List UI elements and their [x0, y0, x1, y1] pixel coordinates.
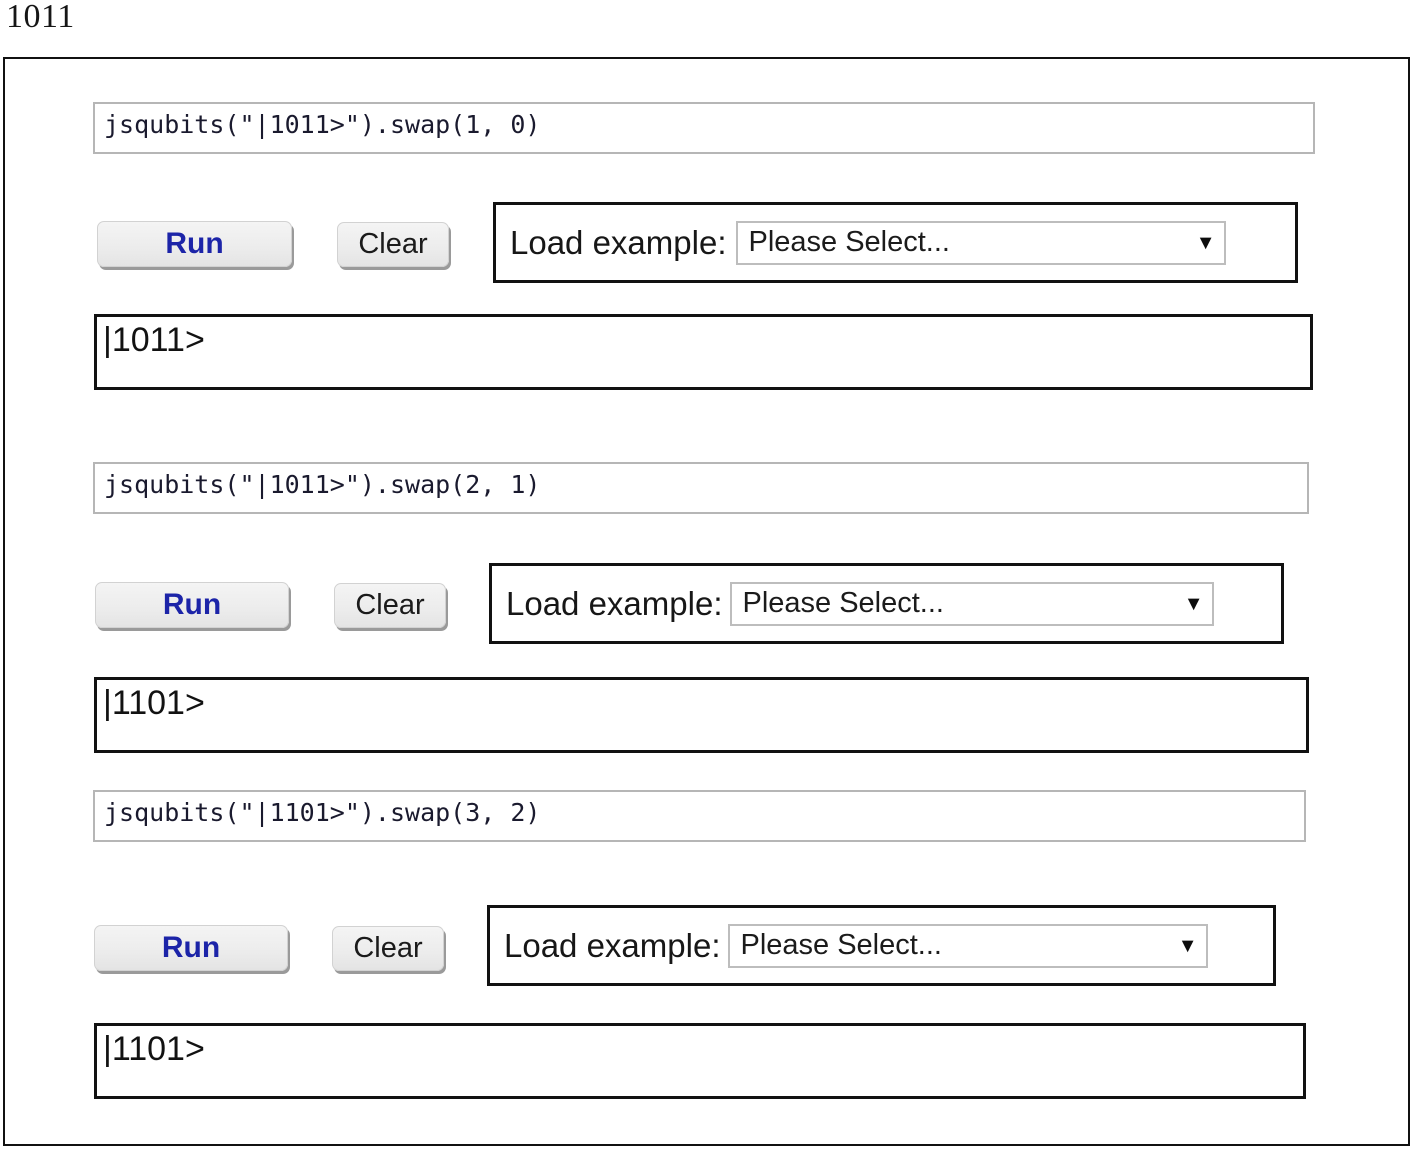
page-caption: 1011 — [6, 0, 75, 35]
example-select-3[interactable]: Please Select... ▼ — [728, 923, 1209, 968]
result-output-2: |1101> — [94, 677, 1309, 753]
screenshot-frame: jsqubits("|1011>").swap(1, 0) Run Clear … — [3, 57, 1410, 1146]
load-example-group-2: Load example: Please Select... ▼ — [489, 563, 1284, 644]
load-example-label-2: Load example: — [506, 584, 723, 622]
example-select-1[interactable]: Please Select... ▼ — [736, 220, 1227, 265]
example-select-value-2: Please Select... — [742, 587, 944, 619]
example-select-value-3: Please Select... — [740, 929, 942, 961]
chevron-down-icon: ▼ — [1177, 934, 1198, 957]
chevron-down-icon: ▼ — [1183, 592, 1204, 615]
run-button-1[interactable]: Run — [97, 221, 292, 267]
run-button-3[interactable]: Run — [94, 925, 288, 971]
code-input-2[interactable]: jsqubits("|1011>").swap(2, 1) — [93, 462, 1309, 514]
clear-button-2[interactable]: Clear — [334, 583, 446, 628]
load-example-group-3: Load example: Please Select... ▼ — [487, 905, 1276, 986]
code-input-1[interactable]: jsqubits("|1011>").swap(1, 0) — [93, 102, 1315, 154]
load-example-label-1: Load example: — [510, 223, 727, 261]
code-input-3[interactable]: jsqubits("|1101>").swap(3, 2) — [93, 790, 1306, 842]
example-select-2[interactable]: Please Select... ▼ — [730, 581, 1215, 626]
load-example-group-1: Load example: Please Select... ▼ — [493, 202, 1298, 283]
result-output-1: |1011> — [94, 314, 1313, 390]
example-select-value-1: Please Select... — [748, 226, 950, 258]
clear-button-3[interactable]: Clear — [332, 926, 444, 971]
result-output-3: |1101> — [94, 1023, 1306, 1099]
run-button-2[interactable]: Run — [95, 582, 289, 628]
clear-button-1[interactable]: Clear — [337, 222, 449, 267]
load-example-label-3: Load example: — [504, 926, 721, 964]
chevron-down-icon: ▼ — [1195, 231, 1216, 254]
